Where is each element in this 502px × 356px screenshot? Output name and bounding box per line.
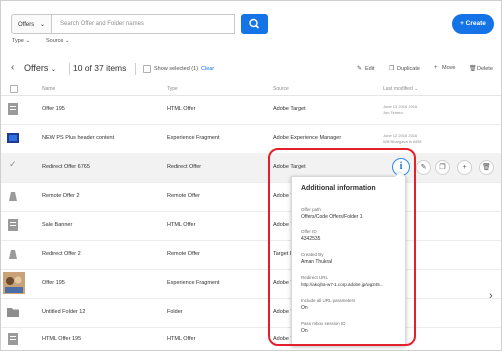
search-button[interactable] xyxy=(241,14,268,34)
filter-type[interactable]: Type ⌄ xyxy=(12,38,30,44)
row-type: Experience Fragment xyxy=(167,135,220,141)
row-name[interactable]: Remote Offer 2 xyxy=(42,193,80,199)
remote-offer-icon xyxy=(9,250,17,259)
row-type: Remote Offer xyxy=(167,251,200,257)
row-type: Experience Fragment xyxy=(167,280,220,286)
filter-source-label: Source xyxy=(46,38,64,44)
table-row[interactable]: Offer 195 HTML Offer Adobe Target June 1… xyxy=(1,95,501,125)
chevron-down-icon: ⌄ xyxy=(64,38,70,44)
row-name[interactable]: Sale Banner xyxy=(42,222,72,228)
row-source: Adobe Experience Manager xyxy=(273,135,342,141)
table-row[interactable]: Offer 195 Experience Fragment Adobe T xyxy=(1,269,501,299)
chevron-down-icon: ⌄ xyxy=(25,38,31,44)
html-offer-icon xyxy=(8,333,18,345)
show-selected-label: Show selected (1) xyxy=(154,66,199,72)
experience-fragment-icon xyxy=(7,133,19,143)
back-chevron-icon[interactable]: ‹ xyxy=(11,62,14,73)
column-name[interactable]: Name xyxy=(42,86,55,92)
search-input[interactable]: Search Offer and Folder names xyxy=(51,14,235,34)
page-title[interactable]: Offers ⌄ xyxy=(24,63,56,73)
duplicate-button[interactable]: ❐ Duplicate xyxy=(389,65,420,72)
annotation-highlight xyxy=(268,148,416,346)
row-name[interactable]: Offer 195 xyxy=(42,106,65,112)
table-row[interactable]: HTML Offer 195 HTML Offer Adobe T xyxy=(1,327,501,356)
row-name[interactable]: Untitled Folder 12 xyxy=(42,309,85,315)
edit-label: Edit xyxy=(365,66,375,72)
search-placeholder: Search Offer and Folder names xyxy=(60,21,144,27)
item-count: 10 of 37 items xyxy=(73,63,127,73)
table-row-selected[interactable]: ✓ Redirect Offer 6765 Redirect Offer Ado… xyxy=(1,153,501,183)
move-row-button[interactable]: + xyxy=(457,160,472,175)
chevron-right-icon[interactable]: › xyxy=(489,290,493,302)
row-type: Redirect Offer xyxy=(167,164,202,170)
offer-thumbnail-image xyxy=(3,272,25,294)
row-name[interactable]: Redirect Offer 2 xyxy=(42,251,81,257)
chevron-down-icon: ⌄ xyxy=(39,22,45,28)
row-modified-by: Jon Tehero xyxy=(383,110,403,115)
html-offer-icon xyxy=(8,103,18,115)
folder-icon xyxy=(7,308,19,317)
move-icon: + xyxy=(434,65,438,71)
page-title-text: Offers xyxy=(24,63,49,73)
delete-label: Delete xyxy=(477,66,493,72)
search-icon xyxy=(249,18,260,29)
row-name[interactable]: NEW PS Plus header content xyxy=(42,135,114,141)
row-name[interactable]: Offer 195 xyxy=(42,280,65,286)
edit-button[interactable]: ✎ Edit xyxy=(357,65,374,72)
duplicate-label: Duplicate xyxy=(397,66,420,72)
row-source: Adobe Target xyxy=(273,106,306,112)
sort-chevron-icon: ⌄ xyxy=(414,86,419,92)
search-scope-select[interactable]: Offers ⌄ xyxy=(11,14,52,34)
row-type: HTML Offer xyxy=(167,106,196,112)
row-type: HTML Offer xyxy=(167,222,196,228)
column-type[interactable]: Type xyxy=(167,86,178,92)
delete-button[interactable]: 🗑Delete xyxy=(469,65,493,72)
html-offer-icon xyxy=(8,219,18,231)
column-source[interactable]: Source xyxy=(273,86,289,92)
remote-offer-icon xyxy=(9,192,17,201)
filter-type-label: Type xyxy=(12,38,24,44)
table-row[interactable]: Remote Offer 2 Remote Offer Adobe Target xyxy=(1,182,501,212)
move-button[interactable]: + Move xyxy=(434,65,455,71)
divider xyxy=(135,63,136,75)
row-type: Remote Offer xyxy=(167,193,200,199)
delete-row-button[interactable]: 🗑 xyxy=(479,160,494,175)
table-row[interactable]: Redirect Offer 2 Remote Offer Target P xyxy=(1,240,501,270)
row-modified: June 13 2016 2016 xyxy=(383,104,418,109)
row-name[interactable]: HTML Offer 195 xyxy=(42,336,81,342)
row-type: HTML Offer xyxy=(167,336,196,342)
row-type: Folder xyxy=(167,309,183,315)
table-row[interactable]: NEW PS Plus header content Experience Fr… xyxy=(1,124,501,154)
search-scope-label: Offers xyxy=(18,22,35,28)
column-last-modified-label: Last modified xyxy=(383,86,413,92)
filter-source[interactable]: Source ⌄ xyxy=(46,38,70,44)
chevron-down-icon: ⌄ xyxy=(50,67,56,73)
divider xyxy=(69,63,70,75)
trash-icon: 🗑 xyxy=(469,66,477,72)
app-window: Offers ⌄ Search Offer and Folder names +… xyxy=(0,0,502,351)
row-modified: June 12 2016 2016 xyxy=(383,133,418,138)
pencil-icon: ✎ xyxy=(357,66,363,72)
clear-link[interactable]: Clear xyxy=(201,66,214,72)
duplicate-icon: ❐ xyxy=(389,66,395,72)
create-button[interactable]: + Create xyxy=(452,14,494,34)
duplicate-row-button[interactable]: ❐ xyxy=(435,160,450,175)
move-label: Move xyxy=(442,65,456,71)
row-modified-by: Will Bhargava in AEM xyxy=(383,139,422,144)
edit-row-button[interactable]: ✎ xyxy=(416,160,431,175)
checkmark-icon: ✓ xyxy=(9,159,17,169)
column-last-modified[interactable]: Last modified ⌄ xyxy=(383,86,418,92)
show-selected-checkbox[interactable] xyxy=(143,65,151,73)
table-row[interactable]: Untitled Folder 12 Folder Adobe T xyxy=(1,298,501,328)
table-row[interactable]: Sale Banner HTML Offer Adobe Target xyxy=(1,211,501,241)
select-all-checkbox[interactable] xyxy=(10,85,18,93)
row-name[interactable]: Redirect Offer 6765 xyxy=(42,164,90,170)
